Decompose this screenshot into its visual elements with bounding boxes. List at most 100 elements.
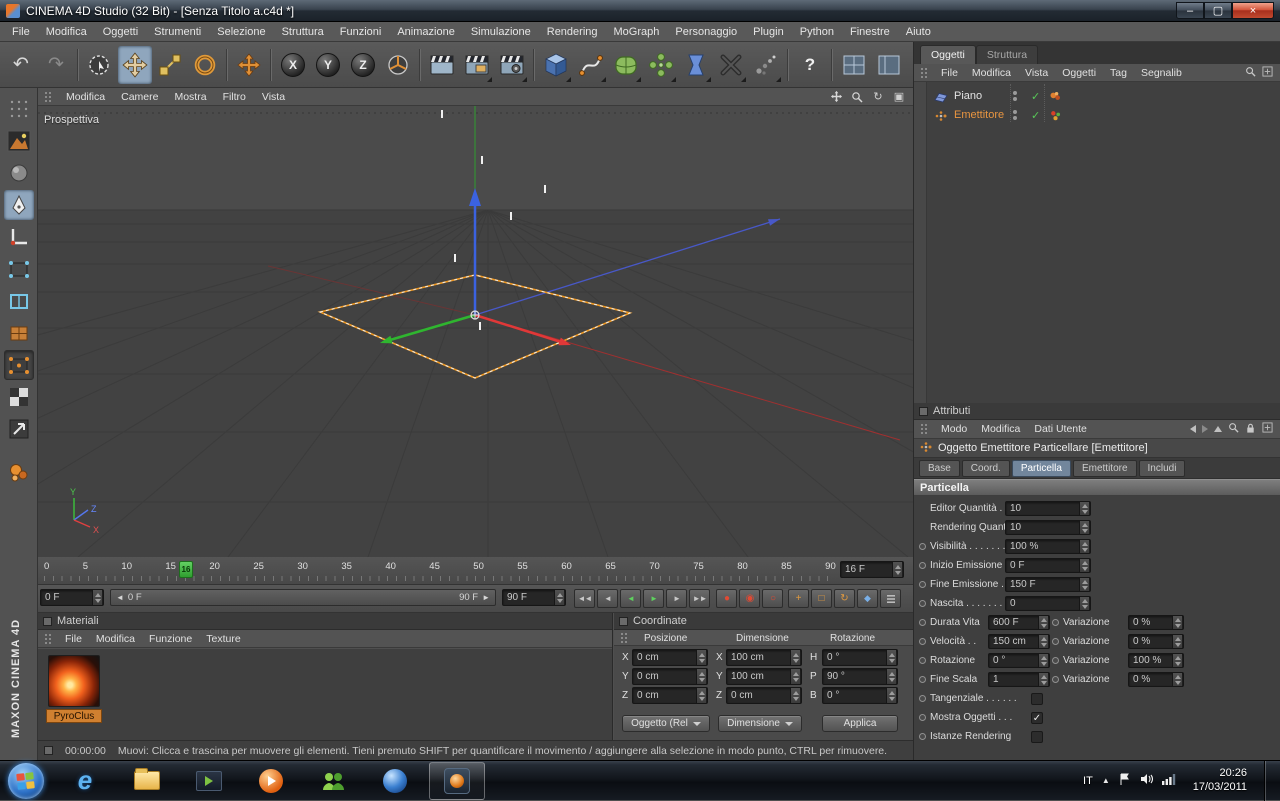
keyframe-dot-icon[interactable] (919, 619, 926, 626)
palette-handle[interactable] (4, 94, 34, 124)
lock-icon[interactable] (1245, 422, 1256, 437)
scroll-left-icon[interactable]: ◄ (116, 593, 124, 602)
toggle-view-icon[interactable]: ▣ (891, 90, 907, 104)
keyframe-dot-icon[interactable] (919, 657, 926, 664)
play-button[interactable]: ► (643, 589, 664, 608)
stepper-icon[interactable] (1172, 616, 1182, 629)
visibility-dots-icon[interactable] (1013, 110, 1017, 120)
add-environment-button[interactable] (714, 46, 748, 84)
pos-x-field[interactable]: 0 cm (632, 649, 708, 666)
material-thumbnail-pyrocluster[interactable] (48, 655, 100, 707)
taskbar-explorer-button[interactable] (119, 762, 175, 800)
start-frame-field[interactable]: 0 F (40, 589, 104, 606)
tangential-checkbox[interactable] (1031, 693, 1043, 705)
key-parameter-toggle[interactable]: ◆ (857, 589, 878, 608)
start-button[interactable] (8, 762, 44, 799)
viewport-menu-grip[interactable] (44, 90, 53, 103)
maximize-button[interactable]: ▢ (1204, 2, 1232, 19)
attributes-menu-modifica[interactable]: Modifica (975, 421, 1026, 437)
rot-b-field[interactable]: 0 ° (822, 687, 898, 704)
dimension-mode-dropdown[interactable]: Dimensione (718, 715, 802, 732)
perspective-viewport[interactable]: Y Z X Prospettiva (38, 106, 913, 557)
undo-button[interactable]: ↶ (4, 46, 38, 84)
make-editable-mode[interactable] (3, 190, 34, 220)
stepper-icon[interactable] (1172, 654, 1182, 667)
material-name-label[interactable]: PyroClus (46, 709, 102, 723)
record-keyframe-button[interactable]: ● (716, 589, 737, 608)
language-indicator[interactable]: IT (1083, 775, 1093, 787)
keyframe-dot-icon[interactable] (919, 600, 926, 607)
speed-variation-field[interactable]: 0 % (1128, 634, 1184, 649)
current-frame-marker[interactable]: 16 (179, 561, 193, 578)
viewport-menu-camere[interactable]: Camere (114, 89, 165, 105)
objects-menu-grip[interactable] (920, 66, 929, 79)
object-name[interactable]: Emettitore (954, 109, 1004, 121)
lifetime-field[interactable]: 600 F (988, 615, 1050, 630)
goto-end-button[interactable]: ►► (689, 589, 710, 608)
stepper-icon[interactable] (886, 688, 896, 703)
taskbar-clock[interactable]: 20:26 17/03/2011 (1193, 767, 1247, 795)
stepper-icon[interactable] (1079, 578, 1089, 591)
stepper-icon[interactable] (892, 562, 902, 577)
materials-menu-grip[interactable] (44, 632, 53, 645)
dim-y-field[interactable]: 100 cm (726, 668, 802, 685)
keyframe-dot-icon[interactable] (919, 562, 926, 569)
taskbar-media-player-button[interactable] (243, 762, 299, 800)
menu-rendering[interactable]: Rendering (539, 23, 606, 41)
particle-section-header[interactable]: Particella (914, 479, 1280, 496)
objects-menu-oggetti[interactable]: Oggetti (1056, 65, 1102, 81)
taskbar-blue-app-button[interactable] (367, 762, 423, 800)
stepper-icon[interactable] (1079, 559, 1089, 572)
materials-menu-modifica[interactable]: Modifica (90, 631, 141, 647)
viewport-solo-toggle[interactable] (4, 458, 34, 488)
menu-strumenti[interactable]: Strumenti (146, 23, 209, 41)
layout-split-button[interactable] (837, 46, 871, 84)
pos-y-field[interactable]: 0 cm (632, 668, 708, 685)
texture-mode[interactable] (4, 382, 34, 412)
dim-z-field[interactable]: 0 cm (726, 687, 802, 704)
pan-view-icon[interactable] (828, 90, 844, 104)
visibility-field[interactable]: 100 % (1005, 539, 1091, 554)
last-used-tool[interactable] (232, 46, 266, 84)
taskbar-video-app-button[interactable] (181, 762, 237, 800)
stepper-icon[interactable] (886, 650, 896, 665)
end-scale-variation-field[interactable]: 0 % (1128, 672, 1184, 687)
points-mode[interactable] (4, 254, 34, 284)
snap-settings[interactable] (4, 414, 34, 444)
stepper-icon[interactable] (886, 669, 896, 684)
tab-coord[interactable]: Coord. (961, 459, 1010, 477)
attributes-menu-grip[interactable] (920, 423, 929, 435)
editor-quantity-field[interactable]: 10 (1005, 501, 1091, 516)
tab-struttura[interactable]: Struttura (975, 45, 1039, 64)
menu-plugin[interactable]: Plugin (745, 23, 792, 41)
render-picture-viewer-button[interactable] (460, 46, 494, 84)
object-row-emettitore[interactable]: Emettitore ✓ (927, 107, 1280, 125)
next-frame-button[interactable]: ► (666, 589, 687, 608)
enabled-check-icon[interactable]: ✓ (1031, 109, 1040, 122)
speed-field[interactable]: 150 cm (988, 634, 1050, 649)
z-axis-toggle[interactable]: Z (346, 46, 380, 84)
keyframe-dot-icon[interactable] (1052, 638, 1059, 645)
visibility-dots-icon[interactable] (1013, 91, 1017, 101)
rot-p-field[interactable]: 90 ° (822, 668, 898, 685)
stepper-icon[interactable] (1079, 540, 1089, 553)
attributes-menu-dati-utente[interactable]: Dati Utente (1028, 421, 1093, 437)
enabled-check-icon[interactable]: ✓ (1031, 90, 1040, 103)
dim-x-field[interactable]: 100 cm (726, 649, 802, 666)
stepper-icon[interactable] (790, 669, 800, 684)
stepper-icon[interactable] (696, 688, 706, 703)
tab-emettitore[interactable]: Emettitore (1072, 459, 1137, 477)
stepper-icon[interactable] (1038, 654, 1048, 667)
rot-h-field[interactable]: 0 ° (822, 649, 898, 666)
timeline-scrollbar[interactable]: ◄ 0 F 90 F ► (110, 589, 496, 606)
prev-frame-button[interactable]: ◄ (597, 589, 618, 608)
add-spline-button[interactable] (574, 46, 608, 84)
edges-mode[interactable] (4, 286, 34, 316)
goto-start-button[interactable]: ◄◄ (574, 589, 595, 608)
search-icon[interactable] (1228, 422, 1239, 436)
scroll-right-icon[interactable]: ► (482, 593, 490, 602)
search-icon[interactable] (1245, 66, 1256, 80)
menu-aiuto[interactable]: Aiuto (898, 23, 939, 41)
help-button[interactable]: ? (793, 46, 827, 84)
polygons-mode[interactable] (4, 318, 34, 348)
